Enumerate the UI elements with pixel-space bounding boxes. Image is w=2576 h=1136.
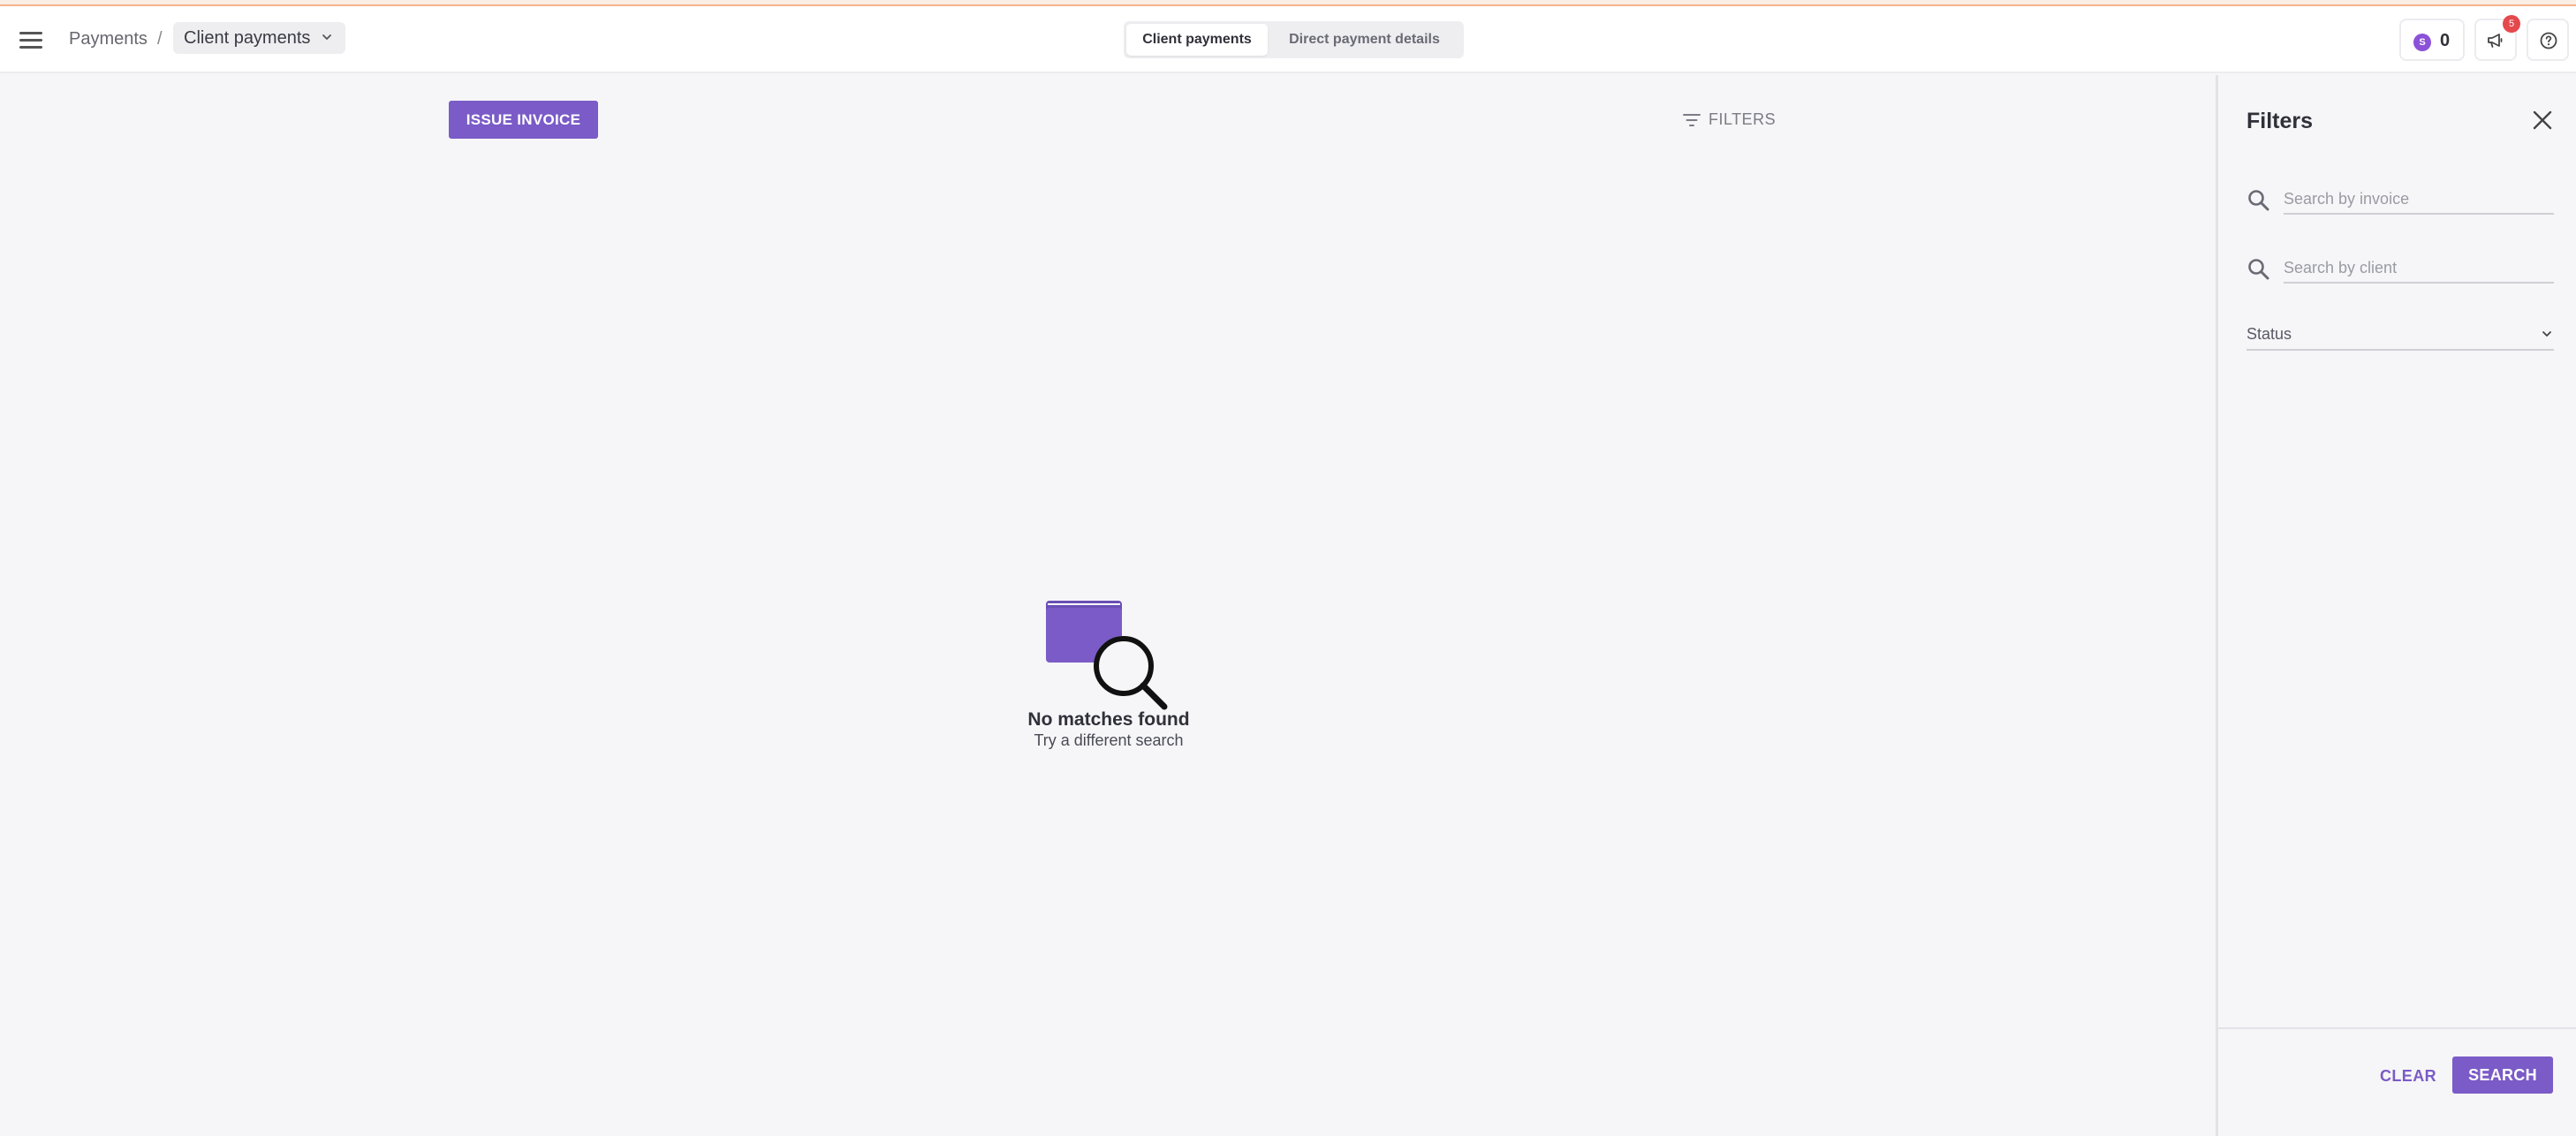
top-accent-line [0,0,2576,6]
filters-toggle-label: FILTERS [1708,110,1777,128]
breadcrumb-payments[interactable]: Payments [69,29,148,49]
issue-invoice-button[interactable]: ISSUE INVOICE [449,101,598,139]
help-icon [2540,32,2557,49]
announcements-button[interactable]: 5 [2474,15,2520,61]
filters-panel-footer [2218,1027,2576,1029]
filters-panel: Filters Status [2216,75,2576,1136]
client-search-field [2246,248,2556,287]
clear-button[interactable]: CLEAR [2376,1060,2440,1092]
chevron-down-icon [2542,331,2551,337]
empty-state-title: No matches found [1027,709,1190,730]
client-search-input[interactable] [2284,254,2554,284]
search-icon [2248,190,2269,211]
empty-state-subtitle: Try a different search [1034,731,1184,749]
invoice-search-field [2246,179,2556,218]
top-bar: Payments / Client payments Client paymen… [0,6,2576,73]
credit-coin-icon: S [2413,34,2431,51]
tab-direct-payment-details[interactable]: Direct payment details [1268,24,1461,56]
status-select-label: Status [2246,325,2292,343]
close-icon[interactable] [2529,107,2556,133]
status-select[interactable]: Status [2246,319,2554,351]
search-button[interactable]: SEARCH [2452,1056,2553,1094]
filters-panel-title: Filters [2246,109,2314,133]
breadcrumb-separator: / [157,29,163,49]
menu-icon[interactable] [18,27,44,54]
credits-button[interactable]: S 0 [2399,19,2465,61]
filter-icon [1683,114,1701,126]
empty-search-illustration [1046,601,1168,710]
credits-value: 0 [2440,31,2451,50]
help-button[interactable] [2527,19,2569,61]
breadcrumb-current-dropdown[interactable]: Client payments [173,22,346,54]
notification-badge: 5 [2503,15,2520,33]
search-icon [2248,259,2269,280]
view-tabs: Client payments Direct payment details [1124,21,1464,58]
megaphone-icon [2488,34,2503,48]
invoice-search-input[interactable] [2284,185,2554,215]
breadcrumb-current-label: Client payments [184,28,311,48]
tab-client-payments[interactable]: Client payments [1126,24,1268,56]
chevron-down-icon [322,34,332,40]
